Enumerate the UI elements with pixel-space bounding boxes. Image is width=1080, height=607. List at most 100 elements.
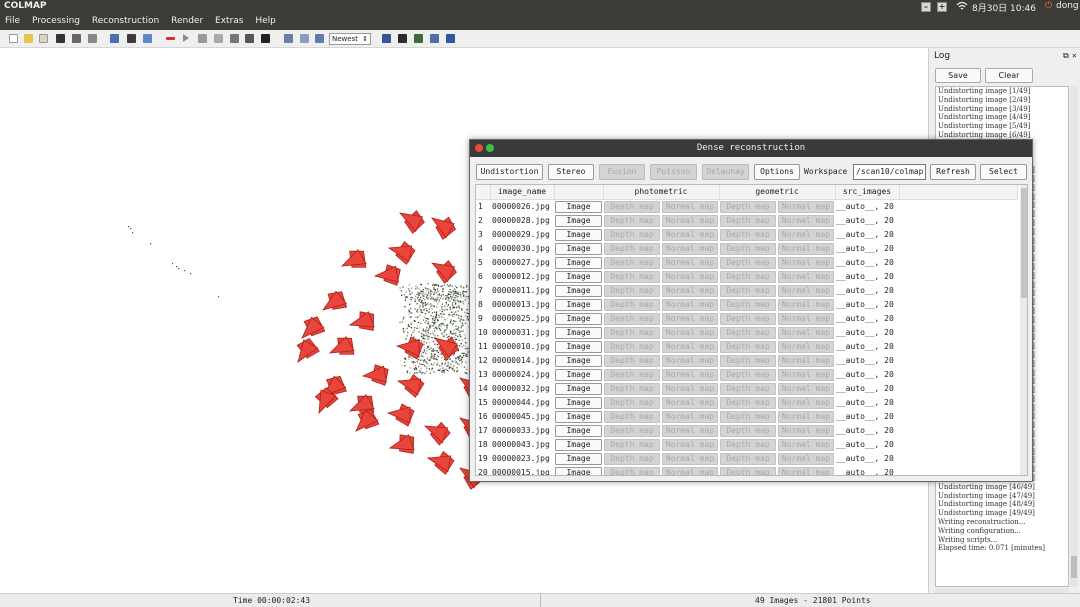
src-images-cell[interactable]: __auto__, 20	[835, 368, 899, 382]
photometric-normal-map-button[interactable]: Normal map	[662, 368, 718, 381]
src-images-cell[interactable]: __auto__, 20	[835, 326, 899, 340]
geometric-normal-map-button[interactable]: Normal map	[778, 410, 834, 423]
photometric-depth-map-button[interactable]: Depth map	[604, 284, 660, 297]
movie-grabber-icon[interactable]	[430, 34, 439, 43]
geometric-normal-map-button[interactable]: Normal map	[778, 242, 834, 255]
menu-render[interactable]: Render	[167, 14, 207, 28]
photometric-normal-map-button[interactable]: Normal map	[662, 466, 718, 475]
table-row[interactable]: 20 00000015.jpg Image Depth map Normal map De…	[476, 466, 1017, 475]
photometric-normal-map-button[interactable]: Normal map	[662, 284, 718, 297]
src-images-cell[interactable]: __auto__, 20	[835, 312, 899, 326]
src-images-cell[interactable]: __auto__, 20	[835, 256, 899, 270]
photometric-depth-map-button[interactable]: Depth map	[604, 452, 660, 465]
import-icon[interactable]	[72, 34, 81, 43]
workspace-path-field[interactable]: /scan10/colmap	[853, 164, 926, 180]
export-icon[interactable]	[88, 34, 97, 43]
step-icon[interactable]	[198, 34, 207, 43]
photometric-depth-map-button[interactable]: Depth map	[604, 340, 660, 353]
geometric-depth-map-button[interactable]: Depth map	[720, 298, 776, 311]
photometric-normal-map-button[interactable]: Normal map	[662, 228, 718, 241]
minimize-icon[interactable]: –	[921, 2, 931, 12]
photometric-normal-map-button[interactable]: Normal map	[662, 256, 718, 269]
geometric-depth-map-button[interactable]: Depth map	[720, 368, 776, 381]
clock-text[interactable]: 8月30日 10:46	[972, 1, 1036, 14]
photometric-normal-map-button[interactable]: Normal map	[662, 298, 718, 311]
close-icon[interactable]	[475, 144, 483, 152]
photometric-normal-map-button[interactable]: Normal map	[662, 242, 718, 255]
geometric-depth-map-button[interactable]: Depth map	[720, 200, 776, 213]
src-images-cell[interactable]: __auto__, 20	[835, 466, 899, 475]
geometric-depth-map-button[interactable]: Depth map	[720, 396, 776, 409]
table-row[interactable]: 5 00000027.jpg Image Depth map Normal map Dep…	[476, 256, 1017, 270]
image-button[interactable]: Image	[555, 466, 602, 475]
src-images-cell[interactable]: __auto__, 20	[835, 214, 899, 228]
src-images-cell[interactable]: __auto__, 20	[835, 298, 899, 312]
photometric-normal-map-button[interactable]: Normal map	[662, 410, 718, 423]
geometric-normal-map-button[interactable]: Normal map	[778, 466, 834, 475]
geometric-normal-map-button[interactable]: Normal map	[778, 368, 834, 381]
table-row[interactable]: 19 00000023.jpg Image Depth map Normal map De…	[476, 452, 1017, 466]
geometric-depth-map-button[interactable]: Depth map	[720, 438, 776, 451]
grid-icon[interactable]	[382, 34, 391, 43]
table-row[interactable]: 9 00000025.jpg Image Depth map Normal map Dep…	[476, 312, 1017, 326]
photometric-depth-map-button[interactable]: Depth map	[604, 382, 660, 395]
photometric-depth-map-button[interactable]: Depth map	[604, 410, 660, 423]
src-images-cell[interactable]: __auto__, 20	[835, 199, 899, 214]
geometric-depth-map-button[interactable]: Depth map	[720, 284, 776, 297]
table-vertical-scrollbar[interactable]	[1020, 185, 1027, 475]
src-images-cell[interactable]: __auto__, 20	[835, 396, 899, 410]
menu-processing[interactable]: Processing	[28, 14, 84, 28]
src-images-cell[interactable]: __auto__, 20	[835, 284, 899, 298]
photometric-depth-map-button[interactable]: Depth map	[604, 200, 660, 213]
select-button[interactable]: Select	[980, 164, 1027, 180]
bundle-adjustment-icon[interactable]	[245, 34, 254, 43]
photometric-normal-map-button[interactable]: Normal map	[662, 200, 718, 213]
image-button[interactable]: Image	[555, 438, 602, 451]
table-row[interactable]: 1 00000026.jpg Image Depth map Normal map Dep…	[476, 199, 1017, 214]
column-header-image[interactable]	[554, 185, 604, 200]
geometric-depth-map-button[interactable]: Depth map	[720, 214, 776, 227]
geometric-depth-map-button[interactable]: Depth map	[720, 326, 776, 339]
stereo-button[interactable]: Stereo	[548, 164, 594, 180]
photometric-depth-map-button[interactable]: Depth map	[604, 312, 660, 325]
feature-matching-icon[interactable]	[127, 34, 136, 43]
geometric-depth-map-button[interactable]: Depth map	[720, 256, 776, 269]
image-button[interactable]: Image	[555, 368, 602, 381]
table-row[interactable]: 3 00000029.jpg Image Depth map Normal map Dep…	[476, 228, 1017, 242]
photometric-depth-map-button[interactable]: Depth map	[604, 256, 660, 269]
photometric-normal-map-button[interactable]: Normal map	[662, 354, 718, 367]
geometric-normal-map-button[interactable]: Normal map	[778, 270, 834, 283]
options-button[interactable]: Options	[754, 164, 800, 180]
photometric-depth-map-button[interactable]: Depth map	[604, 466, 660, 475]
geometric-normal-map-button[interactable]: Normal map	[778, 326, 834, 339]
src-images-cell[interactable]: __auto__, 20	[835, 242, 899, 256]
column-header-src-images[interactable]: src_images	[835, 185, 900, 200]
photometric-normal-map-button[interactable]: Normal map	[662, 340, 718, 353]
geometric-depth-map-button[interactable]: Depth map	[720, 410, 776, 423]
geometric-depth-map-button[interactable]: Depth map	[720, 354, 776, 367]
table-row[interactable]: 18 00000043.jpg Image Depth map Normal map De…	[476, 438, 1017, 452]
geometric-normal-map-button[interactable]: Normal map	[778, 354, 834, 367]
zoom-out-icon[interactable]	[300, 34, 309, 43]
maximize-icon[interactable]	[486, 144, 494, 152]
log-clear-button[interactable]: Clear	[985, 68, 1033, 83]
log-save-button[interactable]: Save	[935, 68, 981, 83]
zoom-in-icon[interactable]	[284, 34, 293, 43]
src-images-cell[interactable]: __auto__, 20	[835, 382, 899, 396]
table-row[interactable]: 8 00000013.jpg Image Depth map Normal map Dep…	[476, 298, 1017, 312]
photometric-depth-map-button[interactable]: Depth map	[604, 424, 660, 437]
table-row[interactable]: 10 00000031.jpg Image Depth map Normal map De…	[476, 326, 1017, 340]
image-button[interactable]: Image	[555, 424, 602, 437]
table-scroll-thumb[interactable]	[1021, 188, 1027, 298]
table-row[interactable]: 4 00000030.jpg Image Depth map Normal map Dep…	[476, 242, 1017, 256]
dock-float-icon[interactable]: ⧉	[1063, 51, 1069, 61]
photometric-normal-map-button[interactable]: Normal map	[662, 452, 718, 465]
power-icon[interactable]: ⏻	[1045, 1, 1052, 11]
open-project-icon[interactable]	[24, 34, 33, 43]
geometric-normal-map-button[interactable]: Normal map	[778, 298, 834, 311]
point-size-icon[interactable]	[315, 34, 324, 43]
database-icon[interactable]	[143, 34, 152, 43]
photometric-normal-map-button[interactable]: Normal map	[662, 396, 718, 409]
geometric-normal-map-button[interactable]: Normal map	[778, 312, 834, 325]
column-header-photometric[interactable]: photometric	[603, 185, 720, 200]
